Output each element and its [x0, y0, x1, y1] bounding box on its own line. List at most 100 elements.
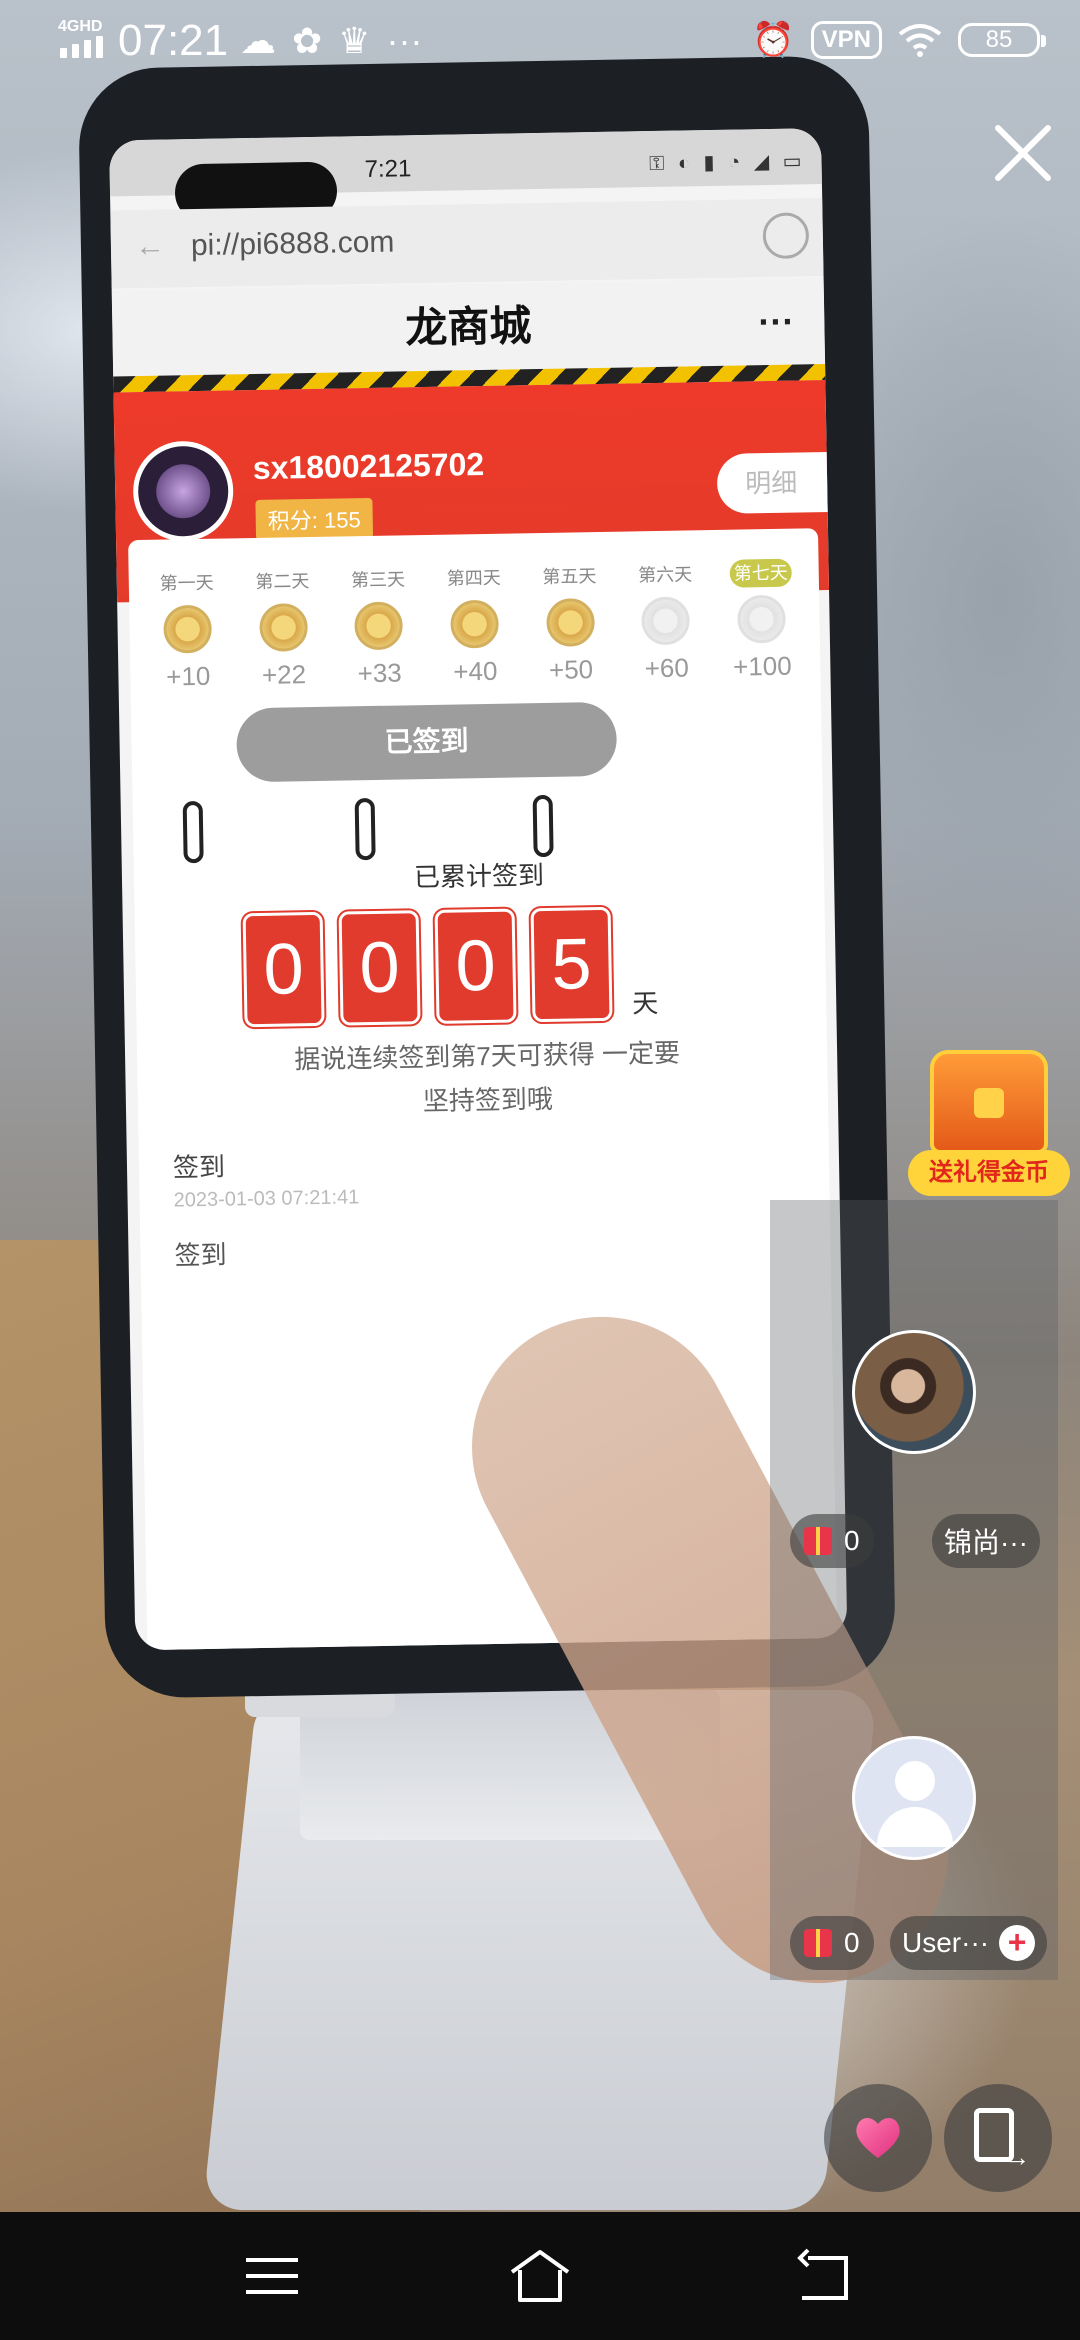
binder-ring	[532, 794, 554, 858]
browser-logo-icon	[762, 212, 810, 260]
star-medal-icon	[163, 604, 212, 654]
day-points: +10	[165, 660, 211, 692]
binder-ring	[182, 800, 204, 864]
star-medal-icon	[450, 599, 499, 649]
guest-avatar[interactable]	[852, 1330, 976, 1454]
guest-name: User···	[902, 1927, 990, 1958]
gift-count: 0	[844, 1927, 860, 1958]
signal-icon	[60, 36, 103, 58]
battery-icon: 85	[958, 23, 1046, 57]
network-type: 4GHD	[58, 18, 103, 35]
checkin-day: 第二天 +22	[239, 567, 327, 691]
close-icon[interactable]	[988, 118, 1058, 188]
guest-name: 锦尚···	[944, 1527, 1028, 1558]
like-heart-button[interactable]	[824, 2084, 932, 2192]
counter-digit: 0	[434, 908, 517, 1024]
checkin-day: 第六天 +60	[622, 560, 710, 684]
back-icon[interactable]	[790, 2246, 854, 2306]
record-label: 签到	[172, 1151, 226, 1183]
star-medal-icon	[545, 598, 595, 647]
more-icon: ···	[758, 300, 795, 343]
star-medal-icon	[737, 594, 787, 644]
day-points: +22	[261, 659, 307, 690]
menu-icon[interactable]	[240, 2246, 304, 2306]
record-date: 2023-01-03 07:21:41	[173, 1186, 360, 1212]
guest-avatar-default[interactable]	[852, 1736, 976, 1860]
gift-count-pill[interactable]: 0	[790, 1514, 874, 1568]
day-points: +100	[732, 650, 792, 682]
binder-ring	[354, 797, 376, 861]
checkin-note: 据说连续签到第7天可获得 一定要 坚持签到哦	[177, 1029, 798, 1128]
accumulated-label: 已累计签到	[413, 860, 545, 893]
day-points: +50	[548, 654, 594, 685]
inner-title-bar: 龙商城 ···	[111, 278, 826, 377]
counter-digit: 0	[338, 910, 421, 1026]
status-right: ⏰ VPN 85	[752, 20, 1046, 60]
star-medal-icon	[354, 601, 404, 651]
chest-lock-icon	[974, 1088, 1004, 1118]
checkin-day: 第五天 +50	[526, 562, 614, 686]
detail-button: 明细	[716, 451, 848, 514]
day-points: +60	[644, 652, 690, 684]
person-body-icon	[877, 1807, 953, 1847]
heart-icon	[856, 2118, 900, 2158]
navigation-bar	[0, 2212, 1080, 2340]
url-text: pi://pi6888.com	[190, 225, 395, 263]
signed-button: 已签到	[236, 701, 618, 783]
inner-page-title: 龙商城	[404, 302, 532, 352]
day-label: 第七天	[729, 558, 793, 588]
more-dots-icon: ···	[386, 20, 423, 61]
crown-icon: ♛	[338, 20, 371, 61]
day-points: +33	[357, 657, 402, 689]
day-unit: 天	[631, 988, 659, 1019]
inner-time: 7:21	[364, 155, 412, 184]
inner-status-icons: ⚿ ◐ ▮ ◔ ◢ ▭	[648, 150, 806, 176]
counter-digit: 0	[242, 911, 325, 1028]
day-points: +40	[453, 655, 498, 687]
day-label: 第六天	[637, 564, 693, 586]
person-head-icon	[895, 1761, 935, 1801]
checkin-counter: 0 0 0 5 天	[242, 906, 659, 1028]
note-line: 坚持签到哦	[422, 1083, 554, 1117]
alarm-icon: ⏰	[752, 21, 795, 59]
back-arrow-icon: ←	[134, 229, 166, 264]
checkin-day: 第七天 +100	[718, 558, 806, 682]
gift-count: 0	[844, 1525, 860, 1556]
vpn-badge: VPN	[810, 21, 882, 59]
document-share-button[interactable]: →	[944, 2084, 1052, 2192]
status-time: 07:21	[118, 16, 229, 65]
star-medal-icon	[641, 596, 691, 646]
gift-icon	[804, 1929, 832, 1957]
checkin-day: 第一天 +10	[143, 568, 231, 692]
status-bar: 4GHD 07:21 ☁ ✿ ♛ ··· ⏰ VPN 85	[0, 0, 1080, 86]
gift-coin-label: 送礼得金币	[908, 1150, 1070, 1196]
star-medal-icon	[258, 603, 308, 652]
status-app-icons: ☁ ✿ ♛ ···	[240, 20, 422, 62]
checkin-day: 第三天 +33	[335, 565, 423, 689]
guest-panel	[770, 1200, 1058, 1980]
arrow-right-icon: →	[1004, 2142, 1030, 2172]
day-label: 第二天	[255, 571, 310, 592]
guest-name-pill[interactable]: User··· +	[890, 1916, 1048, 1970]
score-badge: 积分: 155	[255, 497, 374, 540]
gift-icon	[804, 1527, 832, 1555]
day-label: 第五天	[542, 566, 597, 587]
home-icon[interactable]	[508, 2246, 572, 2306]
wifi-icon	[898, 24, 942, 57]
record-label: 签到	[174, 1239, 227, 1271]
gift-coin-button[interactable]: 送礼得金币	[908, 1050, 1070, 1198]
day-label: 第三天	[350, 569, 406, 591]
day-label: 第一天	[159, 572, 214, 594]
user-avatar	[132, 440, 235, 543]
follow-plus-button[interactable]: +	[999, 1925, 1036, 1961]
checkin-days: 第一天 +10 第二天 +22 第三天 +33 第四天 +40 第五天 +50 第六天 +60 第七天 +…	[129, 558, 821, 693]
day-label: 第四天	[446, 567, 501, 589]
counter-digit: 5	[530, 906, 613, 1023]
fan-icon: ✿	[292, 20, 323, 61]
checkin-day: 第四天 +40	[430, 563, 518, 687]
guest-name-pill[interactable]: 锦尚···	[932, 1514, 1040, 1568]
gift-count-pill[interactable]: 0	[790, 1916, 874, 1970]
inner-url-bar: ← pi://pi6888.com	[110, 198, 824, 289]
username: sx18002125702	[252, 445, 485, 487]
cloud-icon: ☁	[240, 20, 276, 61]
